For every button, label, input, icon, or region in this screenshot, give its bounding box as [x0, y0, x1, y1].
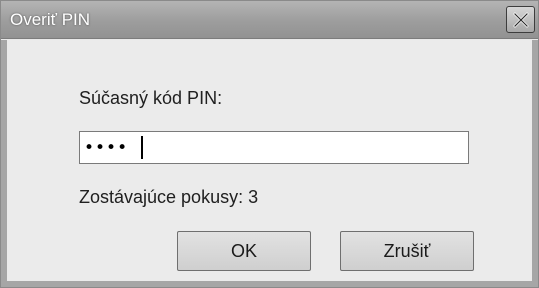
- title-bar[interactable]: Overiť PIN: [1, 1, 538, 39]
- verify-pin-dialog: Overiť PIN Súčasný kód PIN: Zostávajúce …: [0, 0, 539, 288]
- close-icon: [512, 11, 529, 28]
- close-button[interactable]: [506, 6, 535, 33]
- current-pin-label: Súčasný kód PIN:: [79, 88, 223, 108]
- pin-input[interactable]: [79, 131, 469, 164]
- text-caret: [141, 136, 143, 159]
- ok-button[interactable]: OK: [177, 231, 311, 271]
- remaining-attempts-text: Zostávajúce pokusy: 3: [79, 187, 259, 207]
- cancel-button[interactable]: Zrušiť: [340, 231, 474, 271]
- dialog-content: Súčasný kód PIN: Zostávajúce pokusy: 3 O…: [1, 40, 538, 287]
- dialog-title: Overiť PIN: [10, 10, 91, 29]
